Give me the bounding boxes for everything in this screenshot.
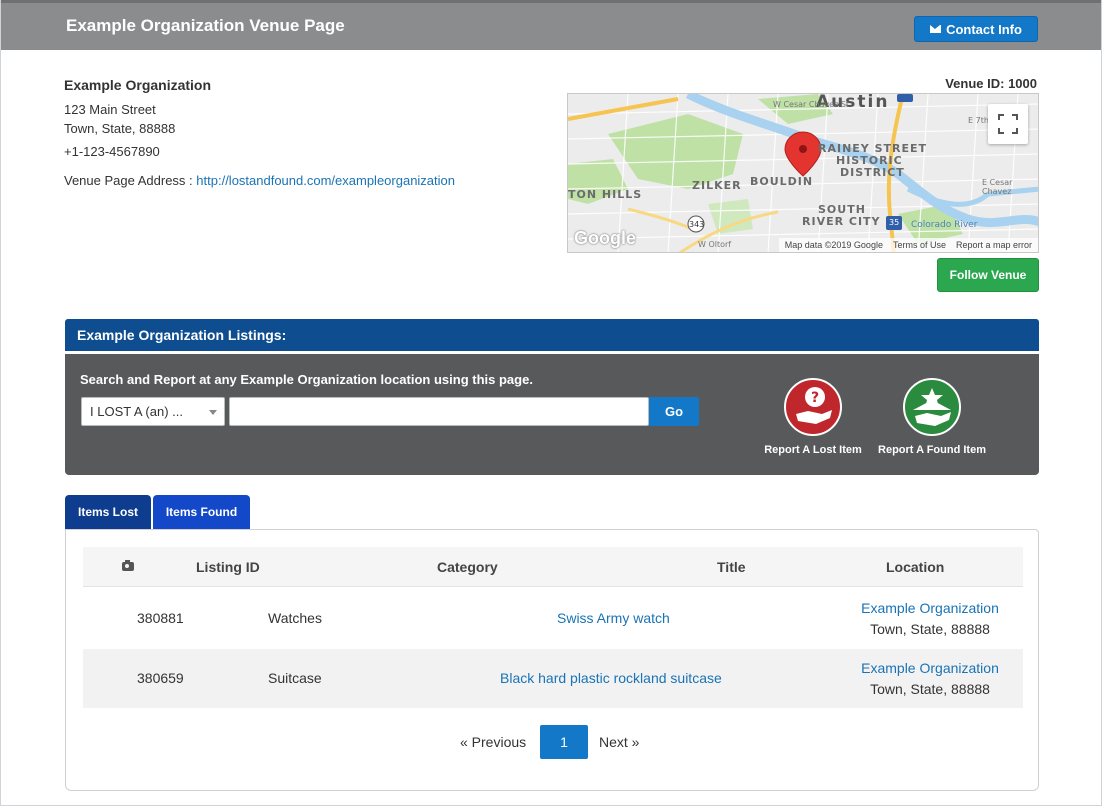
listing-id-cell: 380659 [137, 670, 184, 686]
next-page-button[interactable]: Next » [599, 734, 639, 750]
search-headline: Search and Report at any Example Organiz… [80, 372, 533, 387]
follow-venue-button[interactable]: Follow Venue [937, 258, 1039, 292]
table-row: 380659 Suitcase Black hard plastic rockl… [83, 649, 1023, 708]
listings-table-panel: Listing ID Category Title Location 38088… [65, 529, 1039, 791]
category-cell: Watches [268, 610, 322, 626]
map-label-oltorf: W Oltorf [698, 240, 732, 249]
map-terms-link[interactable]: Terms of Use [893, 240, 946, 250]
search-input[interactable] [229, 397, 649, 426]
venue-id: Venue ID: 1000 [945, 76, 1037, 91]
search-panel: Search and Report at any Example Organiz… [65, 354, 1039, 475]
map-label-colorado-river: Colorado River [911, 220, 978, 230]
listing-title-link[interactable]: Swiss Army watch [557, 610, 670, 626]
phone-number: +1-123-4567890 [64, 144, 160, 159]
found-item-icon [903, 378, 961, 436]
location-place: Town, State, 88888 [870, 681, 990, 697]
category-cell: Suitcase [268, 670, 322, 686]
table-header: Listing ID Category Title Location [83, 547, 1023, 587]
listing-title-link[interactable]: Black hard plastic rockland suitcase [500, 670, 722, 686]
lost-item-icon: ? [784, 378, 842, 436]
venue-page-address: Venue Page Address : http://lostandfound… [64, 173, 455, 188]
location-link[interactable]: Example Organization [861, 660, 999, 676]
report-lost-item-button[interactable]: ? Report A Lost Item [758, 378, 868, 456]
column-listing-id: Listing ID [196, 559, 260, 575]
map-label-river-city: RIVER CITY [802, 215, 881, 228]
contact-info-button[interactable]: Contact Info [914, 16, 1038, 42]
camera-icon [122, 560, 134, 571]
address-line-2: Town, State, 88888 [64, 121, 176, 136]
map-label-cesar-chavez: W Cesar Chavez St [773, 100, 850, 109]
location-cell: Example Organization Town, State, 88888 [840, 598, 1020, 640]
tab-items-found[interactable]: Items Found [153, 495, 250, 529]
svg-text:?: ? [811, 390, 819, 406]
map-label-ton-hills: TON HILLS [568, 188, 643, 201]
location-link[interactable]: Example Organization [861, 600, 999, 616]
fullscreen-icon [998, 114, 1018, 134]
venue-page-address-label: Venue Page Address : [64, 173, 197, 188]
column-title: Title [717, 559, 746, 575]
map-label-e-cesar-chavez: E Cesar Chavez [982, 178, 1013, 196]
location-place: Town, State, 88888 [870, 621, 990, 637]
map-label-hwy-343: 343 [689, 220, 705, 229]
previous-page-button[interactable]: « Previous [460, 734, 526, 750]
envelope-icon [930, 25, 942, 33]
go-button[interactable]: Go [649, 397, 699, 426]
map-label-bouldin: BOULDIN [750, 175, 814, 188]
report-found-item-label: Report A Found Item [878, 444, 986, 456]
pagination: « Previous 1 Next » [66, 725, 1038, 759]
lost-found-select-value: I LOST A (an) ... [90, 404, 183, 419]
venue-page-link[interactable]: http://lostandfound.com/exampleorganizat… [196, 173, 455, 188]
google-logo: Google [574, 228, 636, 248]
map-label-i35: 35 [889, 218, 900, 227]
report-lost-item-label: Report A Lost Item [764, 444, 862, 456]
lost-found-select[interactable]: I LOST A (an) ... [81, 397, 225, 426]
tab-items-lost[interactable]: Items Lost [65, 495, 151, 529]
table-row: 380881 Watches Swiss Army watch Example … [83, 589, 1023, 648]
venue-page: Example Organization Venue Page Contact … [0, 0, 1102, 806]
page-title: Example Organization Venue Page [66, 16, 345, 35]
map-attribution: Map data ©2019 Google Terms of Use Repor… [778, 238, 1038, 252]
location-cell: Example Organization Town, State, 88888 [840, 658, 1020, 700]
chevron-down-icon [209, 410, 217, 415]
listings-heading-bar: Example Organization Listings: [65, 319, 1039, 351]
organization-name: Example Organization [64, 77, 212, 93]
listings-heading: Example Organization Listings: [77, 327, 287, 343]
map-label-zilker: ZILKER [692, 179, 742, 192]
contact-info-label: Contact Info [946, 21, 1022, 37]
page-1-button[interactable]: 1 [540, 725, 588, 759]
map-report-error-link[interactable]: Report a map error [956, 240, 1032, 250]
column-location: Location [886, 559, 945, 575]
map-label-district: DISTRICT [840, 166, 905, 179]
map-data-credit: Map data ©2019 Google [784, 240, 883, 250]
page-header: Example Organization Venue Page Contact … [1, 0, 1101, 50]
report-found-item-button[interactable]: Report A Found Item [877, 378, 987, 456]
map-fullscreen-button[interactable] [988, 104, 1028, 144]
title-cell: Black hard plastic rockland suitcase [500, 670, 722, 686]
listing-id-cell: 380881 [137, 610, 184, 626]
address-line-1: 123 Main Street [64, 102, 156, 117]
venue-map[interactable]: Austin W Cesar Chavez St E 7th St RAINEY… [567, 93, 1039, 253]
column-category: Category [437, 559, 498, 575]
title-cell: Swiss Army watch [557, 610, 670, 626]
